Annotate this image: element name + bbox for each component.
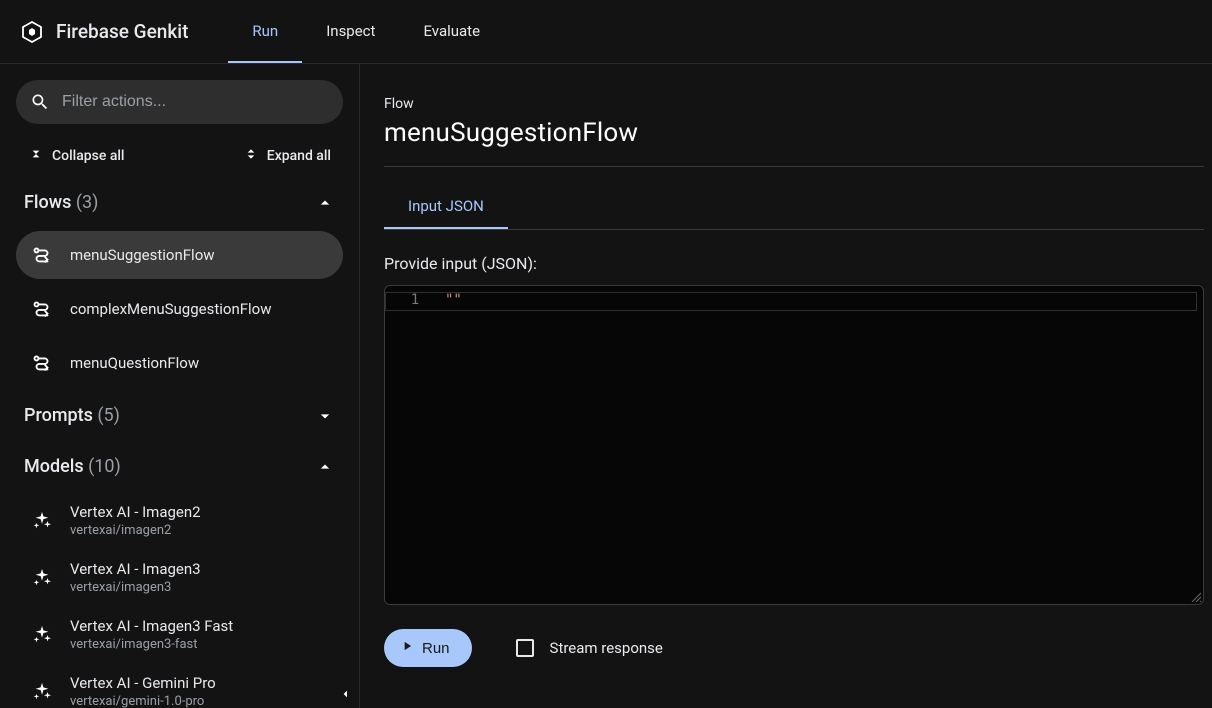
expand-icon <box>243 146 259 166</box>
kind-label: Flow <box>384 96 1212 112</box>
collapse-all-button[interactable]: Collapse all <box>28 146 125 166</box>
brand: Firebase Genkit <box>20 20 188 44</box>
models-title: Models <box>24 456 84 477</box>
checkbox-icon[interactable] <box>516 639 534 657</box>
search-input[interactable] <box>16 80 343 124</box>
expand-all-label: Expand all <box>267 148 331 164</box>
actions-row: Run Stream response <box>384 629 1212 667</box>
flows-count: (3) <box>76 192 99 213</box>
stream-toggle[interactable]: Stream response <box>516 639 663 657</box>
model-id: vertexai/imagen2 <box>70 523 201 538</box>
flow-icon <box>30 243 54 267</box>
section-header-flows[interactable]: Flows (3) <box>16 180 343 225</box>
expand-controls: Collapse all Expand all <box>16 138 343 174</box>
prompts-title: Prompts <box>24 405 93 426</box>
expand-all-button[interactable]: Expand all <box>243 146 331 166</box>
app-header: Firebase Genkit Run Inspect Evaluate <box>0 0 1212 64</box>
model-id: vertexai/imagen3 <box>70 580 201 595</box>
sidebar-collapse-handle[interactable] <box>331 680 359 708</box>
section-header-prompts[interactable]: Prompts (5) <box>16 393 343 438</box>
inner-tabs: Input JSON <box>384 185 1204 230</box>
json-editor[interactable]: 1 "" <box>384 285 1204 605</box>
main-content: Flow menuSuggestionFlow Input JSON Provi… <box>360 64 1212 708</box>
flow-item-menuSuggestionFlow[interactable]: menuSuggestionFlow <box>16 231 343 279</box>
run-button-label: Run <box>422 640 450 657</box>
chevron-up-icon <box>315 193 335 213</box>
flow-item-menuQuestionFlow[interactable]: menuQuestionFlow <box>16 339 343 387</box>
firebase-genkit-logo-icon <box>20 20 44 44</box>
sparkle-icon <box>30 680 54 704</box>
input-label: Provide input (JSON): <box>384 254 1212 273</box>
line-number: 1 <box>385 292 445 308</box>
search-icon <box>30 92 50 112</box>
flow-item-label: menuSuggestionFlow <box>70 246 215 264</box>
model-item-gemini-pro[interactable]: Vertex AI - Gemini Pro vertexai/gemini-1… <box>16 666 343 708</box>
model-name: Vertex AI - Imagen3 Fast <box>70 617 233 635</box>
collapse-all-label: Collapse all <box>52 148 125 164</box>
editor-content[interactable]: "" <box>445 286 1203 604</box>
model-name: Vertex AI - Gemini Pro <box>70 674 216 692</box>
sparkle-icon <box>30 566 54 590</box>
model-id: vertexai/gemini-1.0-pro <box>70 694 216 708</box>
model-item-imagen2[interactable]: Vertex AI - Imagen2 vertexai/imagen2 <box>16 495 343 546</box>
sidebar: Collapse all Expand all Flows (3) <box>0 64 360 708</box>
search-wrapper <box>16 80 343 124</box>
flow-icon <box>30 351 54 375</box>
models-count: (10) <box>88 456 121 477</box>
model-item-imagen3-fast[interactable]: Vertex AI - Imagen3 Fast vertexai/imagen… <box>16 609 343 660</box>
chevron-up-icon <box>315 457 335 477</box>
resize-handle-icon[interactable] <box>1189 590 1201 602</box>
model-item-imagen3[interactable]: Vertex AI - Imagen3 vertexai/imagen3 <box>16 552 343 603</box>
stream-label: Stream response <box>550 639 663 657</box>
model-name: Vertex AI - Imagen2 <box>70 503 201 521</box>
tab-input-json[interactable]: Input JSON <box>384 185 508 229</box>
flow-item-label: menuQuestionFlow <box>70 354 199 372</box>
nav-tab-inspect[interactable]: Inspect <box>302 0 399 63</box>
play-icon <box>400 639 414 657</box>
model-name: Vertex AI - Imagen3 <box>70 560 201 578</box>
nav-tab-run[interactable]: Run <box>228 0 302 63</box>
model-id: vertexai/imagen3-fast <box>70 637 233 652</box>
sparkle-icon <box>30 509 54 533</box>
nav-tabs: Run Inspect Evaluate <box>228 0 504 63</box>
chevron-down-icon <box>315 406 335 426</box>
flow-icon <box>30 297 54 321</box>
collapse-icon <box>28 146 44 166</box>
flow-item-label: complexMenuSuggestionFlow <box>70 300 272 318</box>
flows-title: Flows <box>24 192 71 213</box>
flow-item-complexMenuSuggestionFlow[interactable]: complexMenuSuggestionFlow <box>16 285 343 333</box>
prompts-count: (5) <box>97 405 120 426</box>
run-button[interactable]: Run <box>384 629 472 667</box>
brand-title: Firebase Genkit <box>56 20 188 43</box>
nav-tab-evaluate[interactable]: Evaluate <box>399 0 504 63</box>
editor-gutter: 1 <box>385 286 445 604</box>
section-header-models[interactable]: Models (10) <box>16 444 343 489</box>
editor-text: "" <box>445 292 462 308</box>
page-title: menuSuggestionFlow <box>384 118 1204 167</box>
sparkle-icon <box>30 623 54 647</box>
